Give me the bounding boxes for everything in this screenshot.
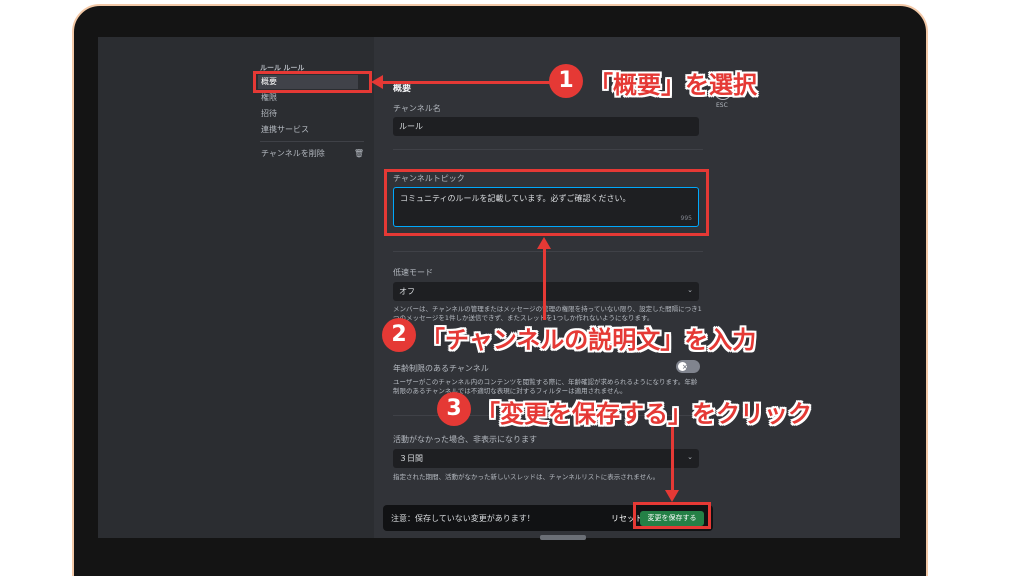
divider [393, 149, 703, 150]
inactive-label: 活動がなかった場合、非表示になります [393, 435, 537, 444]
step-1-badge: 1 [549, 64, 583, 98]
chevron-down-icon: ⌄ [687, 286, 693, 294]
age-restricted-toggle[interactable]: × [676, 360, 700, 373]
divider [393, 251, 703, 252]
slowmode-value: オフ [399, 287, 415, 296]
sidebar-divider [260, 141, 364, 142]
slowmode-label: 低速モード [393, 268, 433, 277]
arrow-left-icon [371, 75, 383, 89]
highlight-overview [253, 71, 372, 93]
arrow-up-icon [537, 237, 551, 249]
inactive-help: 指定された期間、活動がなかった新しいスレッドは、チャンネルリストに表示されません… [393, 473, 660, 481]
step-1-text: 「概要」を選択 [589, 71, 757, 99]
arrow-line-3 [671, 422, 674, 492]
settings-sidebar: ルール ルール 概要 権限 招待 連携サービス チャンネルを削除 🗑 [98, 37, 374, 538]
chevron-down-icon: ⌄ [687, 453, 693, 461]
channel-name-input[interactable]: ルール [393, 117, 699, 136]
esc-label: ESC [716, 102, 728, 109]
channel-name-label: チャンネル名 [393, 104, 441, 113]
screen-bottom-nub [540, 535, 586, 540]
highlight-topic [384, 169, 709, 236]
arrow-line-2 [543, 248, 546, 320]
delete-channel-label: チャンネルを削除 [261, 149, 325, 158]
settings-main: 概要 チャンネル名 ルール チャンネルトピック コミュニティのルールを記載してい… [374, 37, 900, 538]
step-3-badge: 3 [437, 392, 471, 426]
close-icon: × [682, 363, 688, 371]
age-restricted-label: 年齢制限のあるチャンネル [393, 364, 489, 373]
slowmode-select[interactable]: オフ ⌄ [393, 282, 699, 301]
toggle-knob: × [678, 362, 688, 371]
arrow-line-1 [383, 81, 551, 84]
step-2-badge: 2 [382, 318, 416, 352]
inactive-select[interactable]: ３日間 ⌄ [393, 449, 699, 468]
sidebar-item-invites[interactable]: 招待 [258, 107, 358, 121]
highlight-save [633, 502, 711, 529]
arrow-down-icon [665, 490, 679, 502]
sidebar-item-permissions[interactable]: 権限 [258, 91, 358, 105]
delete-channel-button[interactable]: チャンネルを削除 🗑 [258, 147, 366, 161]
sidebar-item-integrations[interactable]: 連携サービス [258, 123, 358, 137]
unsaved-message: 注意：保存していない変更があります！ [391, 514, 535, 523]
discord-settings-screen: ルール ルール 概要 権限 招待 連携サービス チャンネルを削除 🗑 概要 チャ… [98, 37, 900, 538]
trash-icon: 🗑 [353, 149, 364, 158]
step-3-text: 「変更を保存する」をクリック [476, 400, 812, 428]
step-2-text: 「チャンネルの説明文」を入力 [421, 326, 757, 354]
inactive-value: ３日間 [399, 454, 423, 463]
